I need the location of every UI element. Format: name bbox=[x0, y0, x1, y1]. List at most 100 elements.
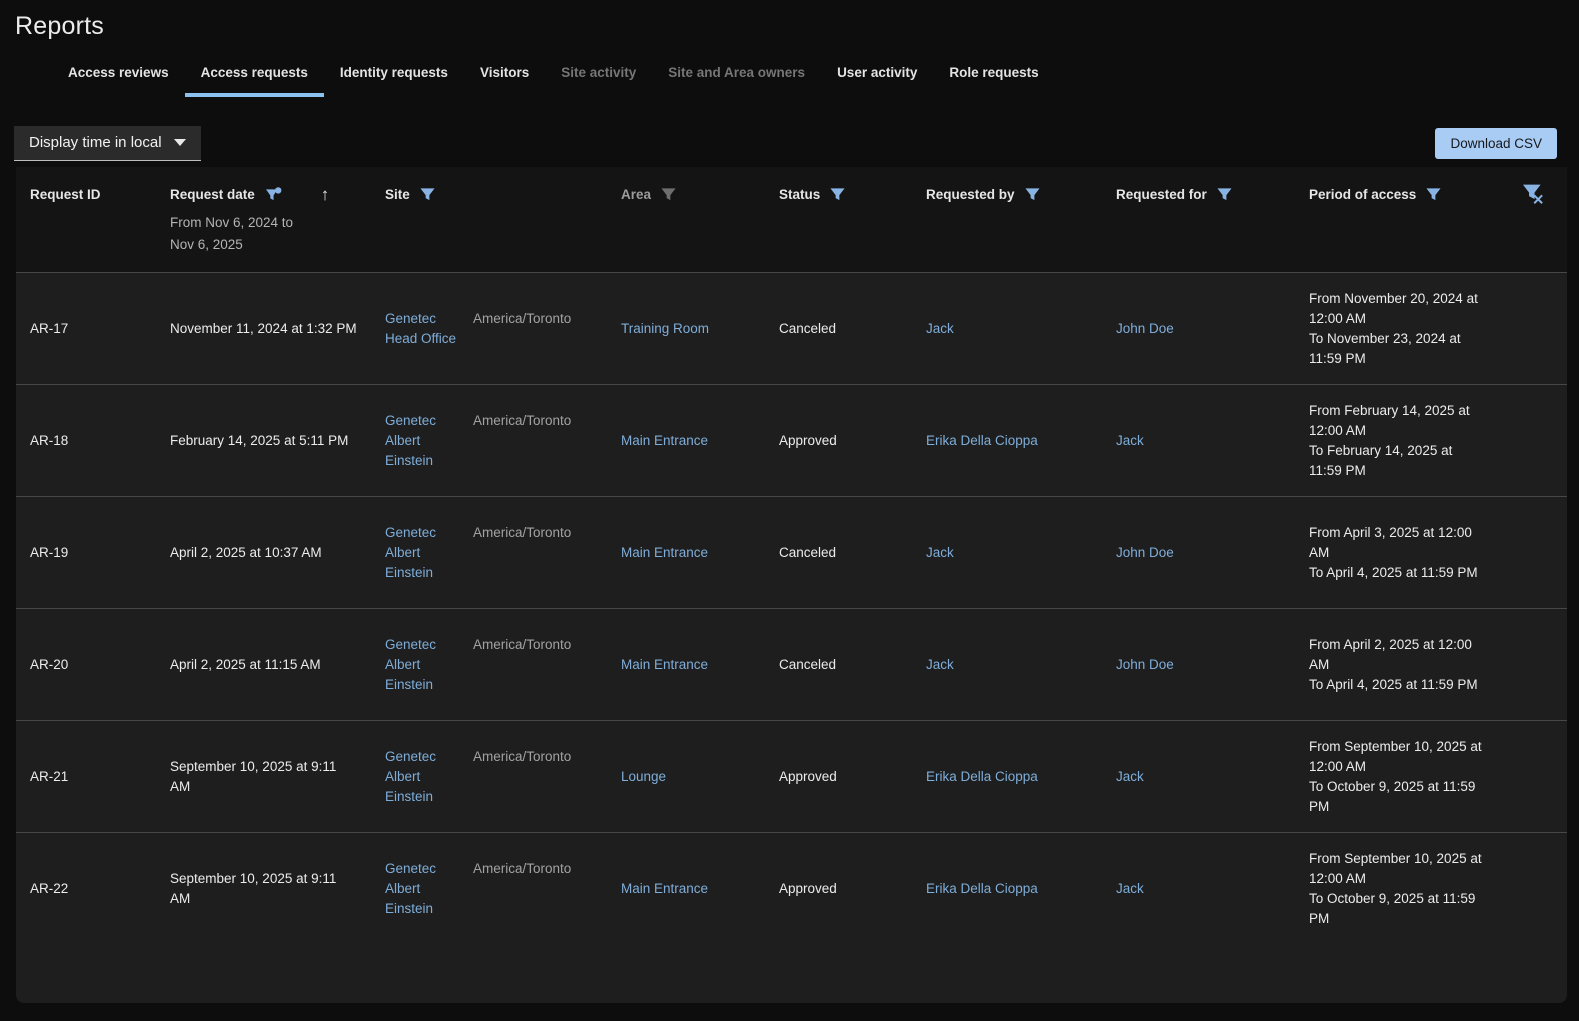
cell-area: Training Room bbox=[607, 319, 765, 339]
requested-by-link[interactable]: Erika Della Cioppa bbox=[926, 769, 1038, 784]
cell-site: Genetec Head Office America/Toronto bbox=[371, 309, 607, 349]
table-row: AR-21 September 10, 2025 at 9:11 AM Gene… bbox=[16, 720, 1567, 832]
filter-icon[interactable] bbox=[830, 187, 845, 202]
column-header-request-id: Request ID bbox=[16, 167, 156, 272]
cell-period-of-access: From September 10, 2025 at 12:00 AM To O… bbox=[1295, 849, 1500, 929]
period-from-line: From February 14, 2025 at 12:00 AM bbox=[1309, 401, 1486, 441]
display-time-dropdown[interactable]: Display time in local bbox=[14, 126, 201, 161]
cell-requested-for: John Doe bbox=[1102, 319, 1295, 339]
tab-access-reviews[interactable]: Access reviews bbox=[52, 55, 185, 97]
table-row: AR-22 September 10, 2025 at 9:11 AM Gene… bbox=[16, 832, 1567, 944]
download-csv-button[interactable]: Download CSV bbox=[1435, 128, 1557, 159]
tab-role-requests[interactable]: Role requests bbox=[933, 55, 1054, 97]
cell-site: Genetec Albert Einstein America/Toronto bbox=[371, 411, 607, 471]
cell-area: Main Entrance bbox=[607, 879, 765, 899]
tab-visitors[interactable]: Visitors bbox=[464, 55, 545, 97]
requested-for-link[interactable]: John Doe bbox=[1116, 545, 1174, 560]
column-header-requested-by: Requested by bbox=[912, 167, 1102, 272]
cell-requested-for: John Doe bbox=[1102, 655, 1295, 675]
cell-area: Main Entrance bbox=[607, 543, 765, 563]
period-to-line: To November 23, 2024 at 11:59 PM bbox=[1309, 329, 1486, 369]
cell-status: Approved bbox=[765, 767, 912, 787]
table-row: AR-18 February 14, 2025 at 5:11 PM Genet… bbox=[16, 384, 1567, 496]
period-from-line: From April 2, 2025 at 12:00 AM bbox=[1309, 635, 1486, 675]
cell-request-id: AR-22 bbox=[16, 879, 156, 899]
requested-for-link[interactable]: Jack bbox=[1116, 881, 1144, 896]
display-time-label: Display time in local bbox=[29, 134, 162, 151]
requested-for-link[interactable]: John Doe bbox=[1116, 657, 1174, 672]
cell-requested-by: Jack bbox=[912, 319, 1102, 339]
area-link[interactable]: Training Room bbox=[621, 321, 709, 336]
cell-request-id: AR-18 bbox=[16, 431, 156, 451]
cell-status: Canceled bbox=[765, 655, 912, 675]
area-link[interactable]: Main Entrance bbox=[621, 433, 708, 448]
tab-user-activity[interactable]: User activity bbox=[821, 55, 933, 97]
cell-request-date: April 2, 2025 at 11:15 AM bbox=[156, 655, 371, 675]
date-range-filter-value: From Nov 6, 2024 to Nov 6, 2025 bbox=[170, 212, 357, 256]
area-link[interactable]: Main Entrance bbox=[621, 881, 708, 896]
area-link[interactable]: Main Entrance bbox=[621, 657, 708, 672]
area-link[interactable]: Main Entrance bbox=[621, 545, 708, 560]
requested-by-link[interactable]: Jack bbox=[926, 545, 954, 560]
cell-status: Canceled bbox=[765, 543, 912, 563]
column-header-status: Status bbox=[765, 167, 912, 272]
filter-icon[interactable] bbox=[420, 187, 435, 202]
clear-filters-cell bbox=[1500, 167, 1567, 272]
cell-timezone: America/Toronto bbox=[473, 747, 571, 767]
cell-request-id: AR-20 bbox=[16, 655, 156, 675]
requested-for-link[interactable]: Jack bbox=[1116, 433, 1144, 448]
filter-icon[interactable] bbox=[1025, 187, 1040, 202]
site-link[interactable]: Genetec Albert Einstein bbox=[385, 747, 461, 807]
column-header-area: Area bbox=[607, 167, 765, 272]
tab-identity-requests[interactable]: Identity requests bbox=[324, 55, 464, 97]
cell-request-date: September 10, 2025 at 9:11 AM bbox=[156, 869, 371, 909]
requested-by-link[interactable]: Erika Della Cioppa bbox=[926, 433, 1038, 448]
cell-request-id: AR-21 bbox=[16, 767, 156, 787]
cell-request-date: November 11, 2024 at 1:32 PM bbox=[156, 319, 371, 339]
requested-for-link[interactable]: Jack bbox=[1116, 769, 1144, 784]
requested-by-link[interactable]: Jack bbox=[926, 657, 954, 672]
cell-timezone: America/Toronto bbox=[473, 635, 571, 655]
cell-period-of-access: From November 20, 2024 at 12:00 AM To No… bbox=[1295, 289, 1500, 369]
area-link[interactable]: Lounge bbox=[621, 769, 666, 784]
site-link[interactable]: Genetec Albert Einstein bbox=[385, 411, 461, 471]
tab-access-requests[interactable]: Access requests bbox=[185, 55, 324, 97]
cell-site: Genetec Albert Einstein America/Toronto bbox=[371, 523, 607, 583]
filter-applied-icon[interactable] bbox=[265, 187, 283, 202]
filter-icon-disabled bbox=[661, 187, 676, 202]
page-title: Reports bbox=[0, 0, 1579, 41]
period-from-line: From November 20, 2024 at 12:00 AM bbox=[1309, 289, 1486, 329]
table-row: AR-17 November 11, 2024 at 1:32 PM Genet… bbox=[16, 272, 1567, 384]
cell-request-id: AR-17 bbox=[16, 319, 156, 339]
clear-filters-icon[interactable] bbox=[1523, 183, 1545, 205]
site-link[interactable]: Genetec Albert Einstein bbox=[385, 635, 461, 695]
sort-ascending-icon[interactable]: ↑ bbox=[321, 187, 330, 202]
cell-area: Lounge bbox=[607, 767, 765, 787]
cell-area: Main Entrance bbox=[607, 431, 765, 451]
caret-down-icon bbox=[174, 139, 186, 146]
cell-status: Approved bbox=[765, 879, 912, 899]
table-footer-filler bbox=[16, 944, 1567, 1003]
site-link[interactable]: Genetec Albert Einstein bbox=[385, 859, 461, 919]
column-header-period-of-access: Period of access bbox=[1295, 167, 1500, 272]
requested-for-link[interactable]: John Doe bbox=[1116, 321, 1174, 336]
cell-status: Canceled bbox=[765, 319, 912, 339]
filter-icon[interactable] bbox=[1217, 187, 1232, 202]
cell-request-id: AR-19 bbox=[16, 543, 156, 563]
site-link[interactable]: Genetec Head Office bbox=[385, 309, 461, 349]
period-to-line: To April 4, 2025 at 11:59 PM bbox=[1309, 563, 1486, 583]
tab-bar: Access reviews Access requests Identity … bbox=[52, 55, 1579, 97]
requested-by-link[interactable]: Jack bbox=[926, 321, 954, 336]
cell-site: Genetec Albert Einstein America/Toronto bbox=[371, 635, 607, 695]
toolbar: Display time in local Download CSV bbox=[14, 126, 1557, 161]
site-link[interactable]: Genetec Albert Einstein bbox=[385, 523, 461, 583]
period-to-line: To February 14, 2025 at 11:59 PM bbox=[1309, 441, 1486, 481]
filter-icon[interactable] bbox=[1426, 187, 1441, 202]
requested-by-link[interactable]: Erika Della Cioppa bbox=[926, 881, 1038, 896]
column-header-request-date: Request date ↑ From Nov 6, 2024 to Nov 6… bbox=[156, 167, 371, 272]
cell-period-of-access: From April 3, 2025 at 12:00 AM To April … bbox=[1295, 523, 1500, 583]
period-to-line: To April 4, 2025 at 11:59 PM bbox=[1309, 675, 1486, 695]
cell-requested-by: Erika Della Cioppa bbox=[912, 431, 1102, 451]
cell-requested-for: Jack bbox=[1102, 767, 1295, 787]
access-requests-table: Request ID Request date ↑ From Nov 6, 20… bbox=[16, 167, 1567, 1003]
